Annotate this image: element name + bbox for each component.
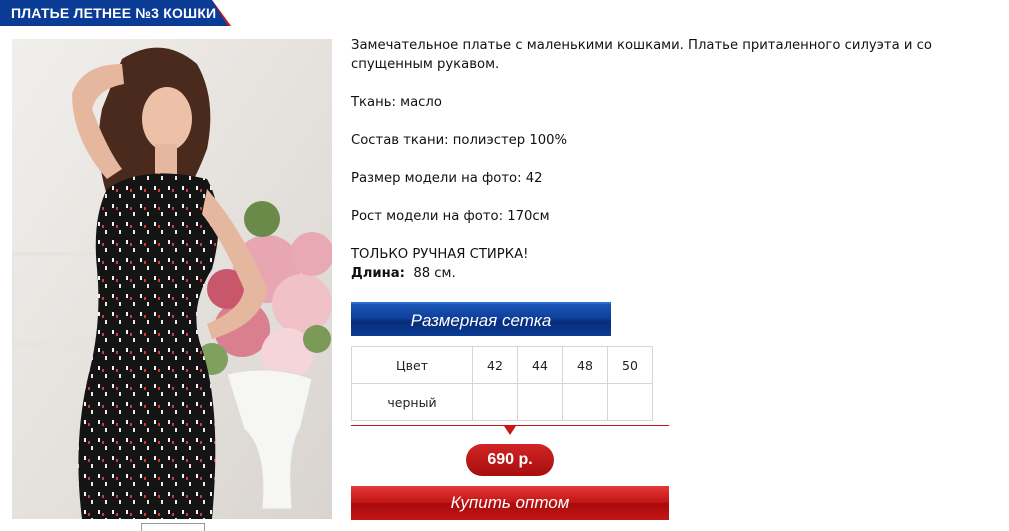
description-composition: Состав ткани: полиэстер 100% [351, 133, 568, 148]
thumbnail-bracket [141, 523, 205, 531]
header-color: Цвет [351, 346, 473, 384]
description-intro: Замечательное платье с маленькими кошкам… [351, 38, 932, 72]
length-value: 88 см. [413, 266, 456, 281]
qty-cell-48[interactable] [562, 383, 608, 421]
product-photo[interactable] [12, 39, 332, 519]
header-size-44: 44 [517, 346, 563, 384]
qty-cell-42[interactable] [472, 383, 518, 421]
description-care: ТОЛЬКО РУЧНАЯ СТИРКА! [351, 247, 529, 262]
price-badge: 690 р. [466, 444, 554, 476]
qty-cell-50[interactable] [607, 383, 653, 421]
header-size-48: 48 [562, 346, 608, 384]
description-model-size: Размер модели на фото: 42 [351, 171, 543, 186]
color-cell: черный [351, 383, 473, 421]
description-length: Длина: 88 см. [351, 264, 456, 283]
price-pointer-icon [504, 426, 516, 435]
product-title: ПЛАТЬЕ ЛЕТНЕЕ №3 КОШКИ [11, 5, 217, 21]
header-size-42: 42 [472, 346, 518, 384]
size-table: Цвет 42 44 48 50 черный [351, 346, 653, 421]
size-chart-button[interactable]: Размерная сетка [351, 302, 611, 336]
description-fabric: Ткань: масло [351, 95, 442, 110]
description-model-height: Рост модели на фото: 170см [351, 209, 550, 224]
length-label: Длина: [351, 266, 405, 281]
buy-wholesale-button[interactable]: Купить оптом [351, 486, 669, 520]
table-row: черный [351, 383, 653, 421]
qty-cell-44[interactable] [517, 383, 563, 421]
size-table-header: Цвет 42 44 48 50 [351, 346, 653, 384]
header-size-50: 50 [607, 346, 653, 384]
product-photo-illustration [12, 39, 332, 519]
